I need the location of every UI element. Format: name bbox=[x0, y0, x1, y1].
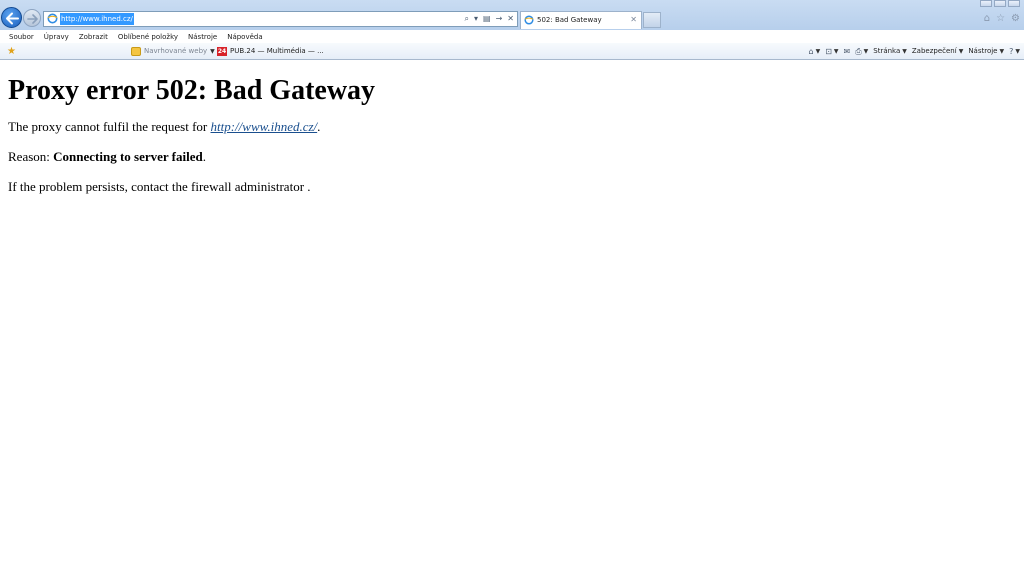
menu-help[interactable]: Nápověda bbox=[222, 31, 267, 43]
dropdown-arrow-icon[interactable]: ▼ bbox=[1015, 46, 1020, 57]
pub24-icon: 24 bbox=[217, 47, 227, 56]
menu-file[interactable]: Soubor bbox=[0, 31, 39, 43]
request-line: The proxy cannot fulfil the request for … bbox=[8, 119, 1008, 135]
dropdown-arrow-icon[interactable]: ▾ bbox=[474, 13, 478, 25]
mail-icon[interactable]: ✉ bbox=[844, 46, 851, 57]
suggested-sites-button[interactable]: Navrhované weby ▼ bbox=[131, 46, 215, 57]
suggested-sites-label: Navrhované weby bbox=[144, 47, 208, 55]
help-icon[interactable]: ? bbox=[1009, 46, 1013, 57]
dropdown-arrow-icon: ▼ bbox=[958, 48, 964, 55]
favorite-link-label: PUB.24 — Multimédia — ... bbox=[230, 47, 324, 55]
address-url[interactable]: http://www.ihned.cz/ bbox=[60, 13, 134, 25]
settings-gear-icon[interactable]: ⚙ bbox=[1011, 13, 1020, 25]
safety-menu-button[interactable]: Zabezpečení bbox=[912, 46, 957, 57]
contact-line: If the problem persists, contact the fir… bbox=[8, 179, 311, 194]
dropdown-arrow-icon: ▼ bbox=[999, 48, 1005, 55]
compatibility-view-icon[interactable]: ▤ bbox=[483, 13, 491, 25]
arrow-left-icon bbox=[6, 12, 19, 25]
minimize-button[interactable] bbox=[980, 0, 992, 7]
window-controls bbox=[978, 0, 1020, 7]
stop-icon[interactable]: ✕ bbox=[507, 13, 514, 25]
page-menu-button[interactable]: Stránka bbox=[873, 46, 900, 57]
address-bar[interactable]: http://www.ihned.cz/ ⌕ ▾ ▤ → ✕ bbox=[43, 11, 518, 27]
command-bar: ⌂ ▼ ⊡ ▼ ✉ ⎙ ▼ Stránka ▼ Zabezpečení ▼ Ná… bbox=[808, 46, 1020, 57]
home-page-icon[interactable]: ⌂ bbox=[808, 46, 813, 57]
add-favorites-star-icon[interactable]: ★ bbox=[7, 46, 16, 57]
print-icon[interactable]: ⎙ bbox=[855, 46, 861, 57]
close-window-button[interactable] bbox=[1008, 0, 1020, 7]
page-title: Proxy error 502: Bad Gateway bbox=[8, 75, 376, 106]
tab-close-icon[interactable]: ✕ bbox=[630, 14, 637, 26]
favorite-link-pub24[interactable]: 24 PUB.24 — Multimédia — ... bbox=[217, 46, 324, 57]
ie-page-icon bbox=[47, 13, 58, 24]
tools-menu-button[interactable]: Nástroje bbox=[968, 46, 997, 57]
menu-favorites[interactable]: Oblíbené položky bbox=[113, 31, 183, 43]
dropdown-arrow-icon[interactable]: ▼ bbox=[864, 46, 869, 57]
maximize-button[interactable] bbox=[994, 0, 1006, 7]
go-arrow-icon[interactable]: → bbox=[496, 13, 503, 25]
menu-edit[interactable]: Úpravy bbox=[39, 31, 74, 43]
request-text: The proxy cannot fulfil the request for bbox=[8, 119, 211, 134]
requested-url-link[interactable]: http://www.ihned.cz/ bbox=[211, 119, 318, 134]
tab-active[interactable]: 502: Bad Gateway ✕ bbox=[520, 11, 642, 29]
back-button[interactable] bbox=[1, 7, 22, 28]
home-icon[interactable]: ⌂ bbox=[984, 13, 990, 25]
reason-suffix: . bbox=[202, 149, 206, 164]
toolbar-right-icons: ⌂ ☆ ⚙ bbox=[984, 13, 1020, 25]
new-tab-button[interactable] bbox=[643, 12, 661, 28]
favorites-bar: ★ Navrhované weby ▼ 24 PUB.24 — Multiméd… bbox=[0, 43, 1024, 60]
dropdown-arrow-icon: ▼ bbox=[210, 48, 215, 55]
browser-titlebar: http://www.ihned.cz/ ⌕ ▾ ▤ → ✕ 502: Bad … bbox=[0, 0, 1024, 30]
favorites-star-icon[interactable]: ☆ bbox=[996, 13, 1005, 25]
suggested-sites-icon bbox=[131, 47, 141, 56]
menu-tools[interactable]: Nástroje bbox=[183, 31, 222, 43]
arrow-right-icon bbox=[27, 14, 38, 24]
search-icon[interactable]: ⌕ bbox=[465, 13, 469, 25]
request-suffix: . bbox=[317, 119, 321, 134]
dropdown-arrow-icon: ▼ bbox=[902, 48, 907, 55]
dropdown-arrow-icon[interactable]: ▼ bbox=[816, 46, 821, 57]
tab-title: 502: Bad Gateway bbox=[537, 16, 602, 24]
reason-line: Reason: Connecting to server failed. bbox=[8, 149, 1008, 165]
page-content: Proxy error 502: Bad Gateway The proxy c… bbox=[8, 61, 1008, 195]
reason-value: Connecting to server failed bbox=[53, 149, 203, 164]
reason-label: Reason: bbox=[8, 149, 54, 164]
rss-feed-icon[interactable]: ⊡ bbox=[825, 46, 832, 57]
forward-button[interactable] bbox=[23, 9, 41, 27]
menu-view[interactable]: Zobrazit bbox=[74, 31, 113, 43]
menu-bar: Soubor Úpravy Zobrazit Oblíbené položky … bbox=[0, 30, 1024, 43]
ie-tab-icon bbox=[524, 15, 534, 25]
dropdown-arrow-icon[interactable]: ▼ bbox=[834, 46, 839, 57]
